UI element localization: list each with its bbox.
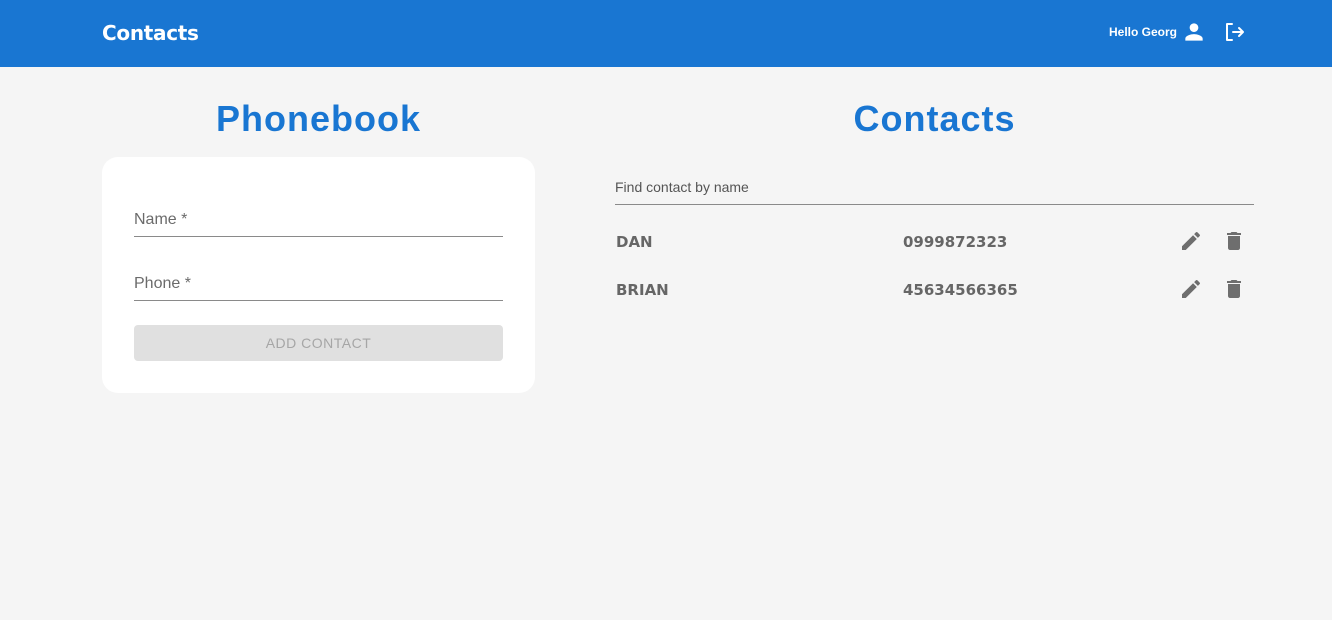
contacts-title: Contacts xyxy=(853,98,1016,139)
pencil-icon xyxy=(1182,231,1201,250)
phone-field xyxy=(134,271,503,301)
add-contact-form: ADD CONTACT xyxy=(102,157,535,393)
contact-name: BRIAN xyxy=(616,281,669,299)
filter-input[interactable] xyxy=(615,175,1254,204)
edit-contact-button[interactable] xyxy=(1178,276,1204,302)
trash-icon xyxy=(1227,280,1241,298)
logout-button[interactable] xyxy=(1219,17,1249,47)
logout-icon xyxy=(1226,23,1244,41)
app-title[interactable]: Contacts xyxy=(102,21,199,45)
phone-input[interactable] xyxy=(134,271,503,300)
contact-row: BRIAN 45634566365 xyxy=(615,273,1254,305)
name-input[interactable] xyxy=(134,207,503,236)
name-field xyxy=(134,207,503,237)
contact-name: DAN xyxy=(616,233,653,251)
contact-filter xyxy=(615,175,1254,205)
contact-row: DAN 0999872323 xyxy=(615,225,1254,257)
delete-contact-button[interactable] xyxy=(1221,228,1247,254)
trash-icon xyxy=(1227,232,1241,250)
contact-phone: 45634566365 xyxy=(903,281,1018,299)
contact-phone: 0999872323 xyxy=(903,233,1008,251)
add-contact-button[interactable]: ADD CONTACT xyxy=(134,325,503,361)
delete-contact-button[interactable] xyxy=(1221,276,1247,302)
edit-contact-button[interactable] xyxy=(1178,228,1204,254)
app-bar: Contacts Hello Georg xyxy=(0,0,1332,67)
phonebook-title: Phonebook xyxy=(216,98,421,139)
person-icon xyxy=(1185,23,1203,41)
pencil-icon xyxy=(1182,279,1201,298)
greeting-text: Hello Georg xyxy=(1109,25,1178,39)
